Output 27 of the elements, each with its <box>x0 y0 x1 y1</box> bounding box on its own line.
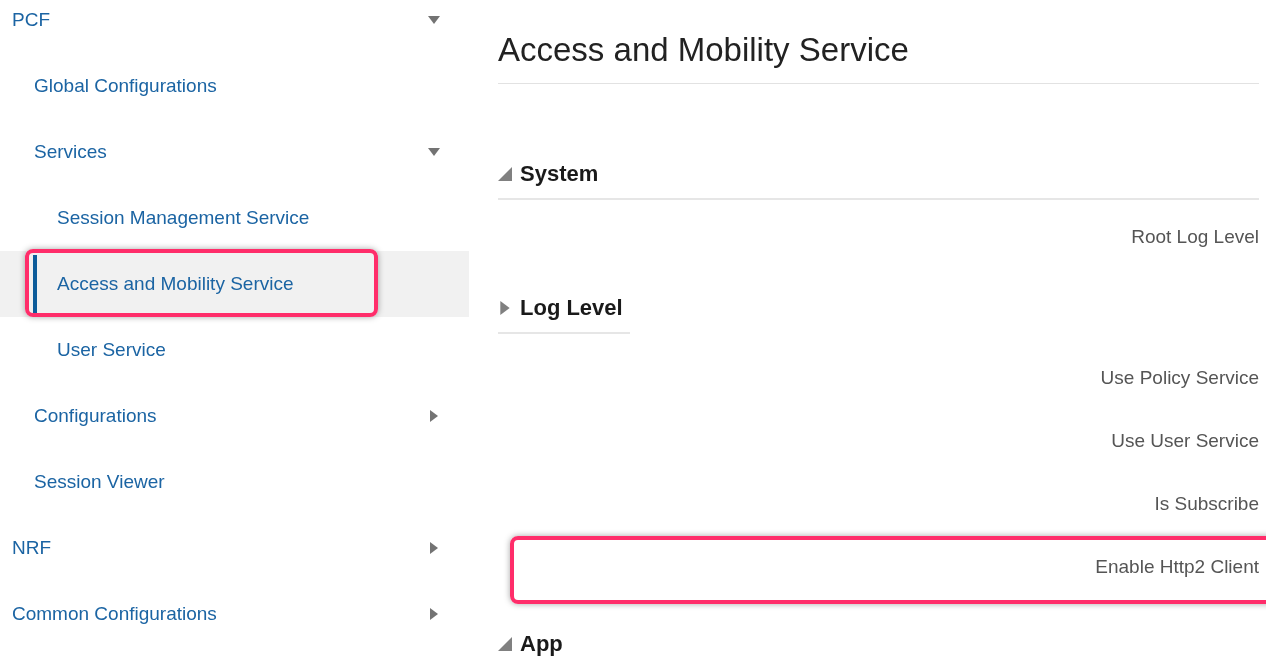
field-label: Is Subscribe <box>1154 492 1259 515</box>
collapsed-triangle-icon[interactable] <box>498 301 512 315</box>
section-heading[interactable]: System <box>520 161 599 187</box>
nav-item[interactable]: Global Configurations <box>0 53 469 119</box>
page-title: Access and Mobility Service <box>498 31 1259 84</box>
expanded-triangle-icon[interactable] <box>498 637 512 651</box>
nav-item[interactable]: Services <box>0 119 469 185</box>
expanded-triangle-icon[interactable] <box>498 167 512 181</box>
section-heading[interactable]: Log Level <box>520 295 623 321</box>
caret-right-icon[interactable] <box>428 542 440 554</box>
nav-item[interactable]: NRF <box>0 515 469 581</box>
nav-item[interactable]: Session Viewer <box>0 449 469 515</box>
section-heading[interactable]: App <box>520 632 563 656</box>
nav-item[interactable]: Access and Mobility Service <box>0 251 469 317</box>
nav-item[interactable]: PCF <box>0 0 469 53</box>
nav-item[interactable]: Common Configurations <box>0 581 469 647</box>
caret-right-icon[interactable] <box>428 608 440 620</box>
field-label: Use Policy Service <box>1100 366 1259 389</box>
nav-item[interactable]: Session Management Service <box>0 185 469 251</box>
caret-down-icon[interactable] <box>428 146 440 158</box>
field-label: Root Log Level <box>1131 226 1259 248</box>
nav-item[interactable]: Configurations <box>0 383 469 449</box>
nav-item[interactable]: User Service <box>0 317 469 383</box>
field-label: Use User Service <box>1111 429 1259 452</box>
field-label: Enable Http2 Client <box>1095 555 1259 578</box>
caret-right-icon[interactable] <box>428 410 440 422</box>
caret-down-icon[interactable] <box>428 14 440 26</box>
